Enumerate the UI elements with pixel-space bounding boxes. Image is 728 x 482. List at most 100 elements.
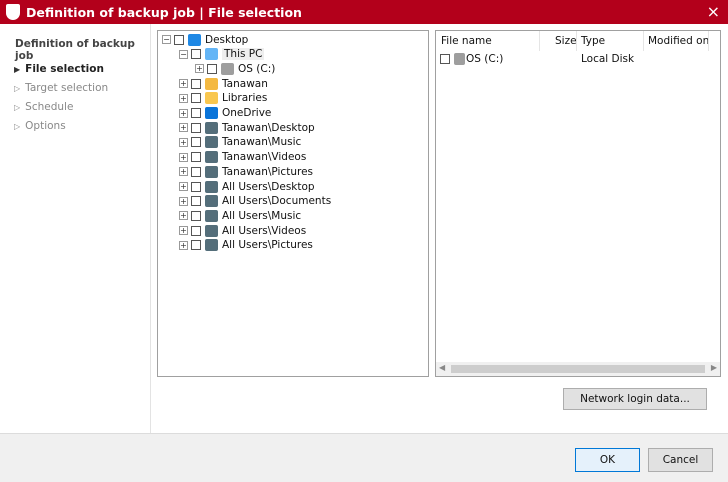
tree-item-label: This PC [222, 48, 265, 61]
folder-icon [205, 151, 218, 164]
tree-item[interactable]: + All Users\Videos [179, 223, 306, 238]
checkbox[interactable] [191, 181, 201, 192]
checkbox[interactable] [191, 166, 201, 177]
expand-icon[interactable]: + [179, 182, 188, 191]
step-options[interactable]: ▷ Options [14, 120, 66, 132]
tree-item[interactable]: + All Users\Documents [179, 194, 331, 209]
tree-item-label: Tanawan\Pictures [222, 165, 313, 178]
tree-item-label: Tanawan\Videos [222, 151, 307, 164]
close-icon[interactable]: × [707, 2, 720, 21]
sidebar: Definition of backup job ▶ File selection… [0, 24, 151, 433]
window-title: Definition of backup job | File selectio… [26, 4, 302, 20]
row-type: Local Disk [581, 52, 635, 65]
tree-item[interactable]: − Desktop [162, 32, 248, 47]
tree-item-label: All Users\Music [222, 209, 302, 222]
expand-icon[interactable]: + [179, 240, 188, 250]
step-label: Schedule [25, 101, 74, 113]
tree-item-label: Desktop [205, 33, 249, 46]
tree-item[interactable]: + All Users\Music [179, 208, 301, 223]
row-name: OS (C:) [466, 52, 504, 65]
file-list[interactable]: File name Size Type Modified on OS (C:) … [435, 30, 721, 377]
tree-item-label: Tanawan [222, 77, 268, 90]
tree-item[interactable]: − This PC [179, 47, 265, 62]
expand-icon[interactable]: + [179, 108, 188, 118]
checkbox[interactable] [191, 240, 201, 251]
collapse-icon[interactable]: − [179, 49, 188, 59]
folder-icon [205, 209, 218, 222]
folder-icon [205, 239, 218, 252]
folder-icon [205, 48, 218, 61]
checkbox[interactable] [191, 108, 201, 118]
tree-item[interactable]: + Tanawan\Videos [179, 150, 306, 165]
tree-item[interactable]: + Libraries [179, 91, 267, 106]
collapse-icon[interactable]: − [162, 35, 171, 44]
ok-button[interactable]: OK [575, 448, 640, 472]
col-type[interactable]: Type [581, 35, 605, 47]
checkbox[interactable] [191, 196, 201, 207]
triangle-icon: ▶ [14, 65, 21, 74]
scroll-left-icon[interactable]: ◀ [439, 363, 445, 372]
tree-item-label: All Users\Desktop [222, 180, 315, 193]
tree-item[interactable]: + All Users\Pictures [179, 238, 313, 253]
tree-item-label: Tanawan\Desktop [222, 121, 315, 134]
expand-icon[interactable]: + [179, 137, 188, 147]
tree-item-label: All Users\Documents [222, 195, 332, 208]
scroll-thumb[interactable] [451, 365, 705, 373]
checkbox[interactable] [191, 137, 201, 148]
triangle-icon: ▷ [14, 122, 21, 131]
expand-icon[interactable]: + [179, 211, 188, 221]
folder-icon [205, 224, 218, 237]
tree-item[interactable]: + OneDrive [179, 106, 271, 121]
expand-icon[interactable]: + [179, 93, 188, 103]
checkbox[interactable] [174, 34, 184, 45]
tree-item[interactable]: + Tanawan\Pictures [179, 164, 313, 179]
folder-icon [221, 62, 234, 75]
expand-icon[interactable]: + [179, 167, 188, 177]
folder-icon [205, 195, 218, 208]
col-size[interactable]: Size [555, 35, 577, 47]
tree-item[interactable]: + All Users\Desktop [179, 179, 315, 194]
checkbox[interactable] [440, 53, 450, 64]
tree-item[interactable]: + Tanawan [179, 76, 268, 91]
tree-item-label: All Users\Videos [222, 224, 307, 237]
cancel-button[interactable]: Cancel [648, 448, 713, 472]
tree-item[interactable]: + OS (C:) [195, 61, 275, 76]
tree-item[interactable]: + Tanawan\Music [179, 135, 301, 150]
checkbox[interactable] [207, 63, 217, 74]
tree-item-label: All Users\Pictures [222, 239, 313, 252]
checkbox[interactable] [191, 93, 201, 104]
expand-icon[interactable]: + [179, 196, 188, 206]
folder-icon [205, 136, 218, 149]
checkbox[interactable] [191, 210, 201, 221]
tree-item-label: OS (C:) [238, 62, 276, 75]
checkbox[interactable] [191, 78, 201, 89]
checkbox[interactable] [191, 49, 201, 60]
checkbox[interactable] [191, 225, 201, 236]
drive-icon [454, 52, 465, 65]
step-label: Target selection [25, 82, 109, 94]
step-schedule[interactable]: ▷ Schedule [14, 101, 73, 113]
tree-item-label: Libraries [222, 92, 268, 105]
triangle-icon: ▷ [14, 84, 21, 93]
expand-icon[interactable]: + [179, 226, 188, 236]
expand-icon[interactable]: + [179, 79, 188, 89]
step-target-selection[interactable]: ▷ Target selection [14, 82, 108, 94]
expand-icon[interactable]: + [195, 64, 204, 74]
checkbox[interactable] [191, 152, 201, 163]
folder-tree[interactable]: − Desktop − This PC + OS (C:) + Tanawan + Librari… [157, 30, 429, 377]
network-login-button[interactable]: Network login data... [563, 388, 707, 410]
step-file-selection[interactable]: ▶ File selection [14, 63, 104, 75]
horizontal-scrollbar[interactable]: ◀ ▶ [436, 362, 720, 376]
col-modified[interactable]: Modified on [648, 35, 709, 47]
gdata-logo-icon [6, 4, 20, 20]
scroll-right-icon[interactable]: ▶ [711, 363, 717, 372]
tree-item[interactable]: + Tanawan\Desktop [179, 120, 315, 135]
list-row[interactable]: OS (C:) Local Disk [440, 51, 710, 66]
expand-icon[interactable]: + [179, 123, 188, 133]
title-bar: Definition of backup job | File selectio… [0, 0, 728, 24]
col-file-name[interactable]: File name [441, 35, 492, 47]
checkbox[interactable] [191, 122, 201, 133]
expand-icon[interactable]: + [179, 152, 188, 162]
folder-icon [205, 121, 218, 134]
tree-item-label: Tanawan\Music [222, 136, 302, 149]
